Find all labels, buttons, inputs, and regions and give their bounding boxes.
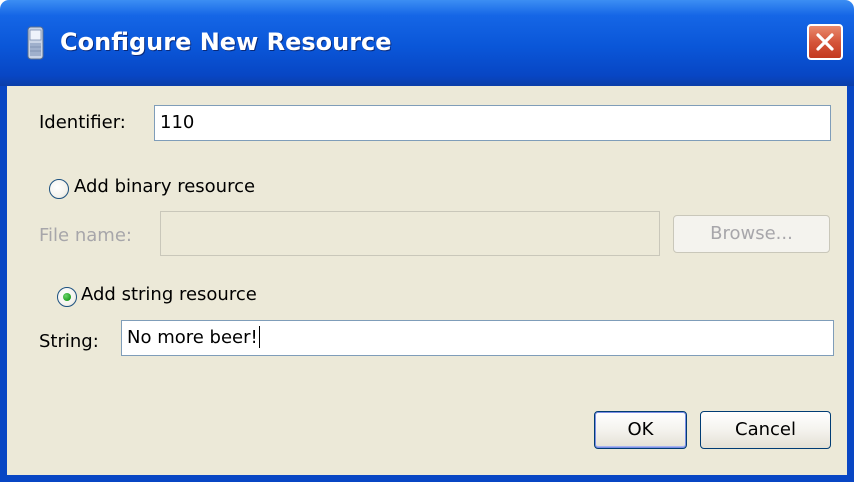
- binary-resource-label[interactable]: Add binary resource: [74, 176, 255, 197]
- app-icon: [27, 26, 44, 60]
- browse-button[interactable]: Browse...: [673, 215, 830, 253]
- string-label: String:: [39, 331, 99, 352]
- file-name-input[interactable]: [160, 211, 660, 256]
- radio-selected-dot: [63, 293, 71, 301]
- string-resource-radio[interactable]: [57, 287, 77, 307]
- close-button[interactable]: [807, 24, 843, 60]
- identifier-input[interactable]: 110: [154, 105, 831, 141]
- close-icon: [816, 33, 834, 51]
- text-cursor: [258, 325, 260, 348]
- identifier-label: Identifier:: [39, 112, 126, 133]
- ok-button[interactable]: OK: [594, 411, 687, 449]
- configure-resource-dialog: Configure New Resource Identifier: 110 A…: [0, 0, 854, 482]
- dialog-body: Identifier: 110 Add binary resource File…: [0, 86, 854, 482]
- string-input[interactable]: No more beer!: [121, 320, 834, 356]
- title-bar[interactable]: Configure New Resource: [0, 0, 854, 86]
- cancel-button[interactable]: Cancel: [700, 411, 831, 449]
- binary-resource-radio[interactable]: [49, 179, 69, 199]
- window-title: Configure New Resource: [60, 28, 392, 56]
- file-name-label: File name:: [39, 225, 132, 246]
- string-resource-label[interactable]: Add string resource: [81, 284, 257, 305]
- string-value: No more beer!: [127, 327, 258, 348]
- identifier-value: 110: [160, 112, 195, 133]
